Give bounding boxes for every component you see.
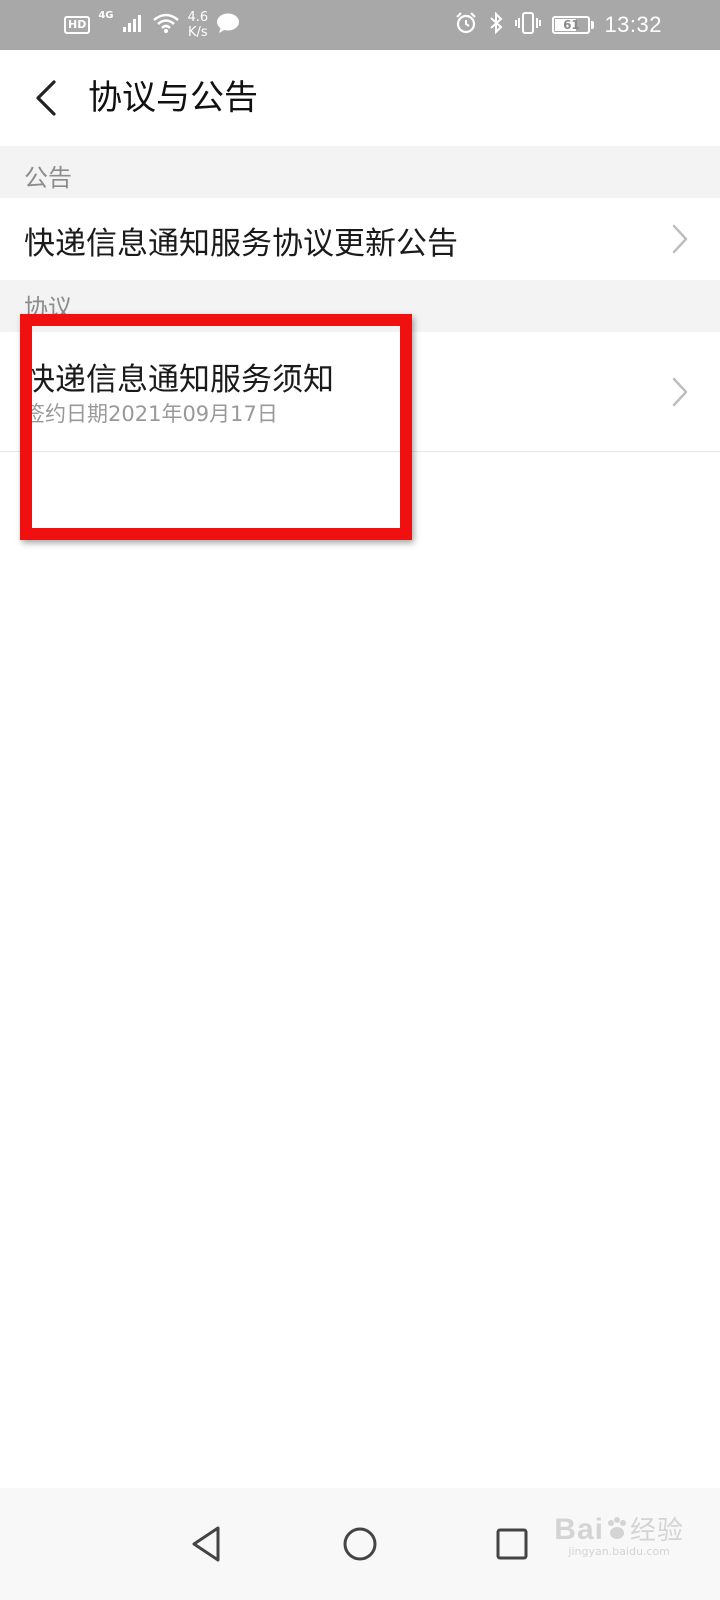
chevron-left-icon xyxy=(36,80,56,116)
nav-back-button[interactable] xyxy=(170,1508,242,1580)
battery-tip xyxy=(591,21,595,29)
vibrate-icon xyxy=(514,11,542,39)
net-speed-value: 4.6 xyxy=(187,10,209,25)
network-generation: 4G xyxy=(98,10,114,21)
paw-icon xyxy=(607,1517,626,1539)
page-title: 协议与公告 xyxy=(88,78,258,118)
list-item-notice-update[interactable]: 快递信息通知服务协议更新公告 xyxy=(0,198,720,280)
section-header-notice: 公告 xyxy=(0,146,720,198)
nav-back-icon xyxy=(192,1526,220,1562)
battery-level: 61 xyxy=(563,18,580,32)
title-bar: 协议与公告 xyxy=(0,50,720,146)
nav-recent-icon xyxy=(496,1528,528,1560)
net-speed: 4.6 K/s xyxy=(188,10,209,40)
hd-icon: HD xyxy=(64,16,91,34)
alarm-icon xyxy=(454,11,478,39)
watermark-site: jingyan.baidu.com xyxy=(568,1545,670,1558)
status-right: 61 13:32 xyxy=(454,8,662,42)
watermark-brand-text: Bai xyxy=(554,1513,604,1546)
back-button[interactable] xyxy=(20,72,72,124)
battery-icon: 61 xyxy=(552,16,591,34)
status-bar: HD 4G 4.6 K/s 61 13:32 xyxy=(0,0,720,50)
watermark-brand: Bai 经验 xyxy=(554,1510,684,1547)
chevron-right-icon xyxy=(672,377,688,407)
chevron-right-icon xyxy=(672,224,688,254)
section-header-label: 公告 xyxy=(24,164,72,192)
status-left: HD 4G 4.6 K/s xyxy=(64,8,240,42)
nav-recent-button[interactable] xyxy=(476,1508,548,1580)
battery-group: 61 xyxy=(552,16,595,34)
baidu-jingyan-watermark: Bai 经验 jingyan.baidu.com xyxy=(554,1510,684,1558)
wifi-icon xyxy=(152,12,180,38)
nav-home-button[interactable] xyxy=(324,1508,396,1580)
clock: 13:32 xyxy=(604,12,662,37)
watermark-brand-suffix: 经验 xyxy=(629,1515,684,1545)
nav-home-icon xyxy=(343,1527,377,1561)
annotation-highlight-box xyxy=(20,314,412,540)
signal-icon xyxy=(122,13,144,37)
net-speed-unit: K/s xyxy=(188,25,208,40)
bluetooth-icon xyxy=(488,11,504,39)
list-item-title: 快递信息通知服务协议更新公告 xyxy=(24,226,458,262)
message-icon xyxy=(216,12,240,38)
